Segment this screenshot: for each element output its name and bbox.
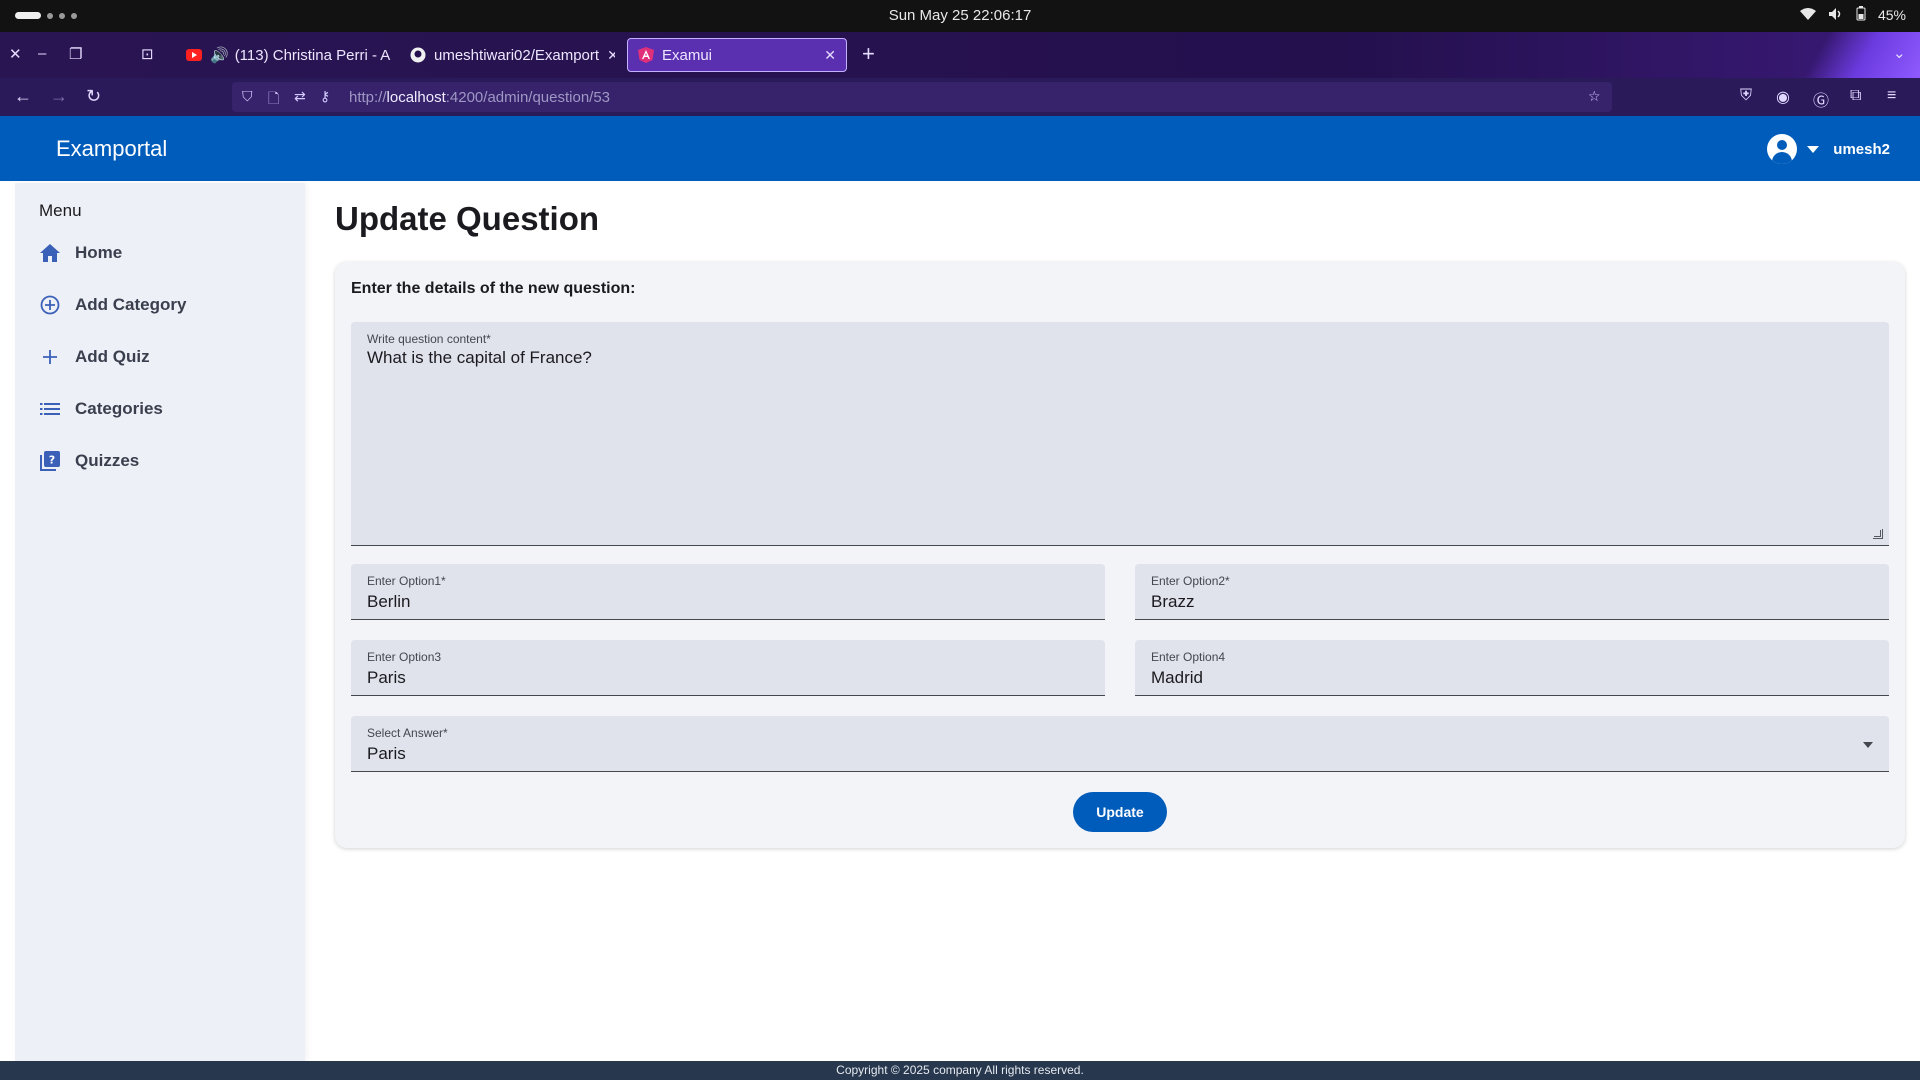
quiz-icon: ? bbox=[39, 450, 61, 472]
wifi-icon bbox=[1799, 7, 1816, 24]
extensions-icon[interactable]: ⧉ bbox=[1850, 87, 1861, 105]
sidebar-item-add-category[interactable]: Add Category bbox=[39, 290, 186, 320]
tab-youtube[interactable]: 🔊 (113) Christina Perri - A ✕ bbox=[176, 38, 391, 72]
sidebar-title: Menu bbox=[39, 201, 82, 220]
sidebar-item-label: Add Quiz bbox=[75, 347, 150, 366]
caret-down-icon bbox=[1807, 145, 1820, 153]
volume-icon bbox=[1828, 7, 1844, 24]
forward-arrow-icon[interactable]: → bbox=[50, 86, 68, 107]
sidebar-item-categories[interactable]: Categories bbox=[39, 394, 163, 424]
option4-field[interactable]: Enter Option4 Madrid bbox=[1135, 640, 1889, 696]
close-tab-icon[interactable]: ✕ bbox=[390, 47, 391, 64]
close-tab-icon[interactable]: ✕ bbox=[816, 47, 836, 64]
app-header: Examportal umesh2 bbox=[0, 116, 1920, 181]
sidebar-item-quizzes[interactable]: ? Quizzes bbox=[39, 446, 139, 476]
sidebar-item-label: Add Category bbox=[75, 295, 187, 314]
sidebar-item-label: Home bbox=[75, 243, 123, 262]
field-label: Enter Option4 bbox=[1151, 650, 1226, 664]
field-label: Write question content* bbox=[367, 332, 491, 346]
field-value[interactable]: What is the capital of France? bbox=[367, 348, 592, 368]
permissions-icon[interactable]: ⇄ bbox=[294, 88, 306, 105]
option3-field[interactable]: Enter Option3 Paris bbox=[351, 640, 1105, 696]
grammarly-icon[interactable]: Ⓖ bbox=[1813, 87, 1829, 111]
close-tab-icon[interactable]: ✕ bbox=[599, 47, 615, 64]
question-content-textarea[interactable]: Write question content* What is the capi… bbox=[351, 322, 1889, 546]
key-icon[interactable]: ⚷ bbox=[320, 88, 330, 105]
tab-title: umeshtiwari02/Examport bbox=[434, 46, 600, 64]
field-value: Paris bbox=[367, 744, 406, 763]
tab-title: Examui bbox=[662, 46, 713, 64]
page-title: Update Question bbox=[335, 200, 600, 237]
field-value[interactable]: Brazz bbox=[1151, 592, 1194, 612]
close-window-icon[interactable]: ✕ bbox=[9, 45, 22, 63]
reload-icon[interactable]: ↻ bbox=[86, 86, 101, 107]
tab-examui[interactable]: Examui ✕ bbox=[627, 38, 847, 72]
youtube-icon bbox=[186, 47, 202, 63]
resize-handle-icon[interactable] bbox=[1873, 529, 1883, 539]
shield-icon[interactable]: ⛉ bbox=[242, 88, 253, 105]
add-circle-icon bbox=[39, 294, 61, 316]
tab-title: (113) Christina Perri - A bbox=[234, 46, 391, 64]
question-form-card: Enter the details of the new question: W… bbox=[335, 262, 1905, 848]
brand-title[interactable]: Examportal bbox=[56, 136, 167, 162]
menu-icon[interactable]: ≡ bbox=[1887, 87, 1896, 105]
tab-github[interactable]: umeshtiwari02/Examport ✕ bbox=[400, 38, 615, 72]
tab-list-chevron-icon[interactable]: ⌄ bbox=[1893, 44, 1906, 62]
account-circle-icon bbox=[1767, 134, 1798, 164]
restore-window-icon[interactable]: ❐ bbox=[69, 45, 82, 63]
plus-icon bbox=[39, 346, 61, 368]
username: umesh2 bbox=[1833, 140, 1890, 158]
field-value[interactable]: Madrid bbox=[1151, 668, 1203, 688]
account-icon[interactable]: ◉ bbox=[1776, 87, 1790, 107]
github-icon bbox=[410, 47, 426, 63]
browser-tab-strip: ✕ – ❐ ⊡ 🔊 (113) Christina Perri - A ✕ um… bbox=[0, 32, 1920, 78]
bookmark-star-icon[interactable]: ☆ bbox=[1588, 88, 1601, 105]
option2-field[interactable]: Enter Option2* Brazz bbox=[1135, 564, 1889, 620]
pocket-icon[interactable]: ⛨ bbox=[1740, 87, 1752, 105]
list-icon bbox=[39, 398, 61, 420]
sidebar-item-label: Quizzes bbox=[75, 451, 140, 470]
url-text[interactable]: http://localhost:4200/admin/question/53 bbox=[349, 89, 610, 106]
back-arrow-icon[interactable]: ← bbox=[14, 86, 32, 107]
os-top-bar: Sun May 25 22:06:17 45% bbox=[0, 0, 1920, 32]
form-subtitle: Enter the details of the new question: bbox=[351, 280, 636, 297]
field-label: Enter Option1* bbox=[367, 574, 446, 588]
tab-overview-icon[interactable]: ⊡ bbox=[141, 45, 154, 63]
sidebar: Menu Home Add Category Add Quiz Categori… bbox=[15, 183, 305, 1061]
battery-percent: 45% bbox=[1877, 7, 1906, 23]
browser-nav-bar: ← → ↻ ⛉ 🗋 ⇄ ⚷ http://localhost:4200/admi… bbox=[0, 78, 1920, 116]
user-menu[interactable]: umesh2 bbox=[1767, 134, 1890, 164]
home-icon bbox=[39, 242, 61, 264]
field-label: Select Answer* bbox=[367, 726, 448, 740]
dropdown-arrow-icon[interactable] bbox=[1863, 742, 1873, 748]
update-button[interactable]: Update bbox=[1073, 792, 1167, 832]
option1-field[interactable]: Enter Option1* Berlin bbox=[351, 564, 1105, 620]
system-tray[interactable]: 45% bbox=[1799, 6, 1906, 24]
footer-copyright: Copyright © 2025 company All rights rese… bbox=[0, 1061, 1920, 1080]
field-label: Enter Option2* bbox=[1151, 574, 1230, 588]
answer-select[interactable]: Select Answer* Paris bbox=[351, 716, 1889, 772]
minimize-window-icon[interactable]: – bbox=[38, 45, 46, 62]
sidebar-item-home[interactable]: Home bbox=[39, 238, 122, 268]
os-clock[interactable]: Sun May 25 22:06:17 bbox=[0, 7, 1920, 24]
sidebar-item-label: Categories bbox=[75, 399, 163, 418]
page-info-icon[interactable]: 🗋 bbox=[268, 88, 279, 112]
field-value[interactable]: Berlin bbox=[367, 592, 410, 612]
field-value[interactable]: Paris bbox=[367, 668, 406, 688]
svg-text:?: ? bbox=[49, 454, 55, 467]
new-tab-plus-icon[interactable]: + bbox=[862, 41, 875, 67]
angular-icon bbox=[638, 47, 654, 63]
url-bar[interactable]: ⛉ 🗋 ⇄ ⚷ http://localhost:4200/admin/ques… bbox=[232, 82, 1612, 112]
field-label: Enter Option3 bbox=[367, 650, 442, 664]
sidebar-item-add-quiz[interactable]: Add Quiz bbox=[39, 342, 150, 372]
battery-icon bbox=[1856, 6, 1866, 24]
audio-playing-icon[interactable]: 🔊 bbox=[210, 46, 229, 64]
